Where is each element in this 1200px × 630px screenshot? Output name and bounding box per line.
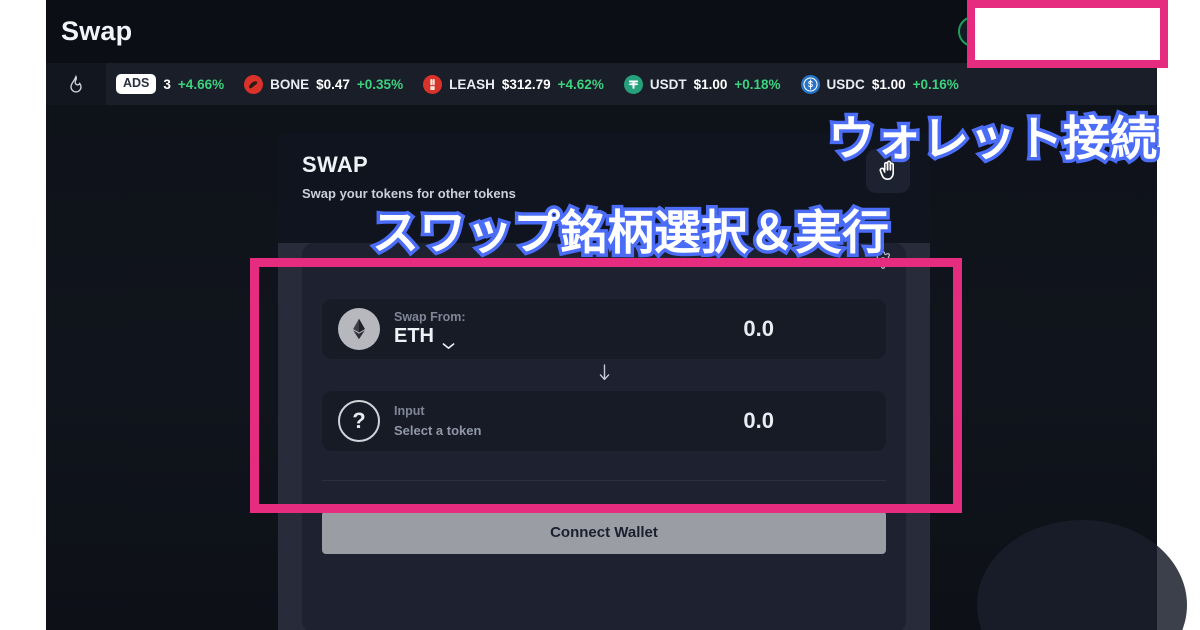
connect-wallet-cta-button[interactable]: Connect Wallet [322, 511, 886, 554]
ticker-item[interactable]: ADS 3 +4.66% [106, 74, 234, 94]
pointing-hand-icon[interactable] [866, 149, 910, 193]
unknown-token-icon: ? [338, 400, 380, 442]
dex-app-window: Swap Connect wallet ADS 3 +4.66% [46, 0, 1187, 630]
ticker-item[interactable]: USDC $1.00 +0.16% [791, 74, 969, 94]
ticker-price: $0.47 [316, 76, 350, 92]
ticker-change: +4.66% [177, 76, 225, 92]
chevron-down-icon [442, 333, 455, 349]
page-title: Swap [61, 16, 133, 46]
arrow-down-icon [599, 363, 609, 380]
ticker-symbol: BONE [270, 76, 310, 92]
bone-coin-icon [244, 74, 264, 94]
ticker-change: +0.18% [734, 76, 781, 92]
swap-card: SWAP Swap your tokens for other tokens S… [278, 133, 930, 630]
ticker-items: ADS 3 +4.66% BONE $0.47 +0.35% LEASH $31… [106, 74, 1157, 94]
usdc-coin-icon [800, 74, 820, 94]
usdt-coin-icon [623, 74, 643, 94]
swap-card-title: SWAP [302, 152, 368, 177]
ticker-price: $1.00 [871, 76, 906, 92]
ticker-change: +0.35% [356, 76, 404, 92]
ticker-price: $1.00 [693, 76, 728, 92]
ticker-price: $312.79 [501, 76, 551, 92]
swap-from-row[interactable]: Swap From: ETH 0.0 [322, 299, 886, 359]
swap-direction-arrow[interactable] [302, 361, 906, 383]
ticker-lead [46, 63, 106, 105]
swap-from-text: Swap From: ETH [394, 310, 466, 349]
ethereum-icon [338, 308, 380, 350]
swap-from-token-selector[interactable]: ETH [394, 325, 466, 349]
ticker-symbol: LEASH [449, 76, 495, 92]
ticker-symbol: USDT [649, 76, 687, 92]
swap-to-text: Input Select a token [394, 404, 481, 438]
ticker-change: +4.62% [557, 76, 604, 92]
swap-card-subtitle: Swap your tokens for other tokens [302, 186, 516, 201]
swap-from-label: Swap From: [394, 309, 466, 324]
swap-card-header: SWAP Swap your tokens for other tokens [278, 133, 930, 243]
ticker-price: 3 [163, 76, 171, 92]
gear-icon[interactable] [874, 251, 892, 269]
swap-from-amount[interactable]: 0.0 [743, 316, 774, 342]
swap-inner-panel: Swap From: ETH 0.0 ? Input Select a toke… [302, 243, 906, 630]
swap-from-token-symbol: ETH [394, 325, 434, 348]
price-ticker-bar: ADS 3 +4.66% BONE $0.47 +0.35% LEASH $31… [46, 63, 1157, 105]
flame-icon [66, 74, 86, 94]
swap-to-select-token[interactable]: Select a token [394, 423, 481, 438]
unknown-token-glyph: ? [352, 408, 366, 433]
leash-coin-icon [423, 74, 443, 94]
swap-to-row[interactable]: ? Input Select a token 0.0 [322, 391, 886, 451]
swap-settings-row [302, 243, 906, 277]
ticker-item[interactable]: LEASH $312.79 +4.62% [413, 74, 614, 94]
ads-badge: ADS [116, 74, 157, 94]
annotation-wallet-backdrop [975, 8, 1160, 60]
ticker-symbol: USDC [826, 76, 865, 92]
ticker-item[interactable]: BONE $0.47 +0.35% [234, 74, 413, 94]
screenshot-root: Swap Connect wallet ADS 3 +4.66% [0, 0, 1200, 630]
ticker-change: +0.16% [912, 76, 959, 92]
swap-to-amount[interactable]: 0.0 [743, 408, 774, 434]
panel-divider [322, 480, 886, 481]
swap-to-label: Input [394, 404, 425, 419]
ticker-item[interactable]: USDT $1.00 +0.18% [614, 74, 791, 94]
